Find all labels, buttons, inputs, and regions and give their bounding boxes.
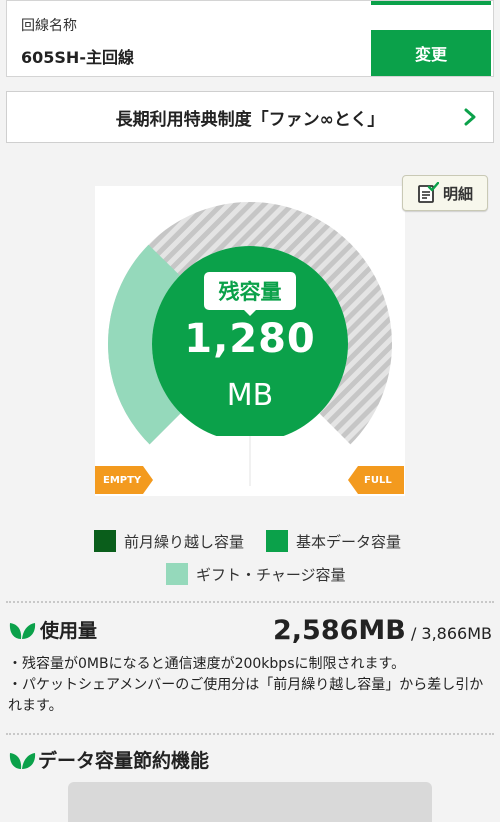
data-saving-heading: データ容量節約機能 bbox=[8, 746, 209, 773]
full-tag: FULL bbox=[346, 466, 404, 494]
legend-item-basic: 基本データ容量 bbox=[266, 530, 401, 552]
fan-toku-banner-text: 長期利用特典制度「ファン∞とく」 bbox=[115, 109, 385, 130]
detail-button-label: 明細 bbox=[442, 184, 473, 203]
divider bbox=[6, 601, 494, 603]
document-check-icon bbox=[418, 182, 439, 203]
full-tag-label: FULL bbox=[364, 474, 392, 486]
data-saving-title: データ容量節約機能 bbox=[38, 750, 210, 772]
remaining-label: 残容量 bbox=[218, 280, 282, 304]
legend-label-basic: 基本データ容量 bbox=[296, 532, 402, 551]
leaf-icon bbox=[9, 622, 36, 639]
usage-notes: ・残容量が0MBになると通信速度が200kbpsに制限されます。 ・パケットシェ… bbox=[8, 654, 494, 717]
change-button-top-edge bbox=[371, 1, 491, 5]
line-name-card: 回線名称 605SH-主回線 変更 bbox=[6, 0, 494, 77]
fan-toku-banner[interactable]: 長期利用特典制度「ファン∞とく」 bbox=[6, 91, 494, 143]
data-saving-button[interactable] bbox=[68, 782, 432, 822]
empty-tag: EMPTY bbox=[95, 466, 155, 494]
usage-heading: 使用量 bbox=[8, 616, 97, 643]
leaf-icon bbox=[9, 752, 36, 769]
usage-note: ・パケットシェアメンバーのご使用分は「前月繰り越し容量」から差し引かれます。 bbox=[8, 677, 484, 714]
empty-tag-label: EMPTY bbox=[103, 474, 142, 486]
usage-note: ・残容量が0MBになると通信速度が200kbpsに制限されます。 bbox=[8, 656, 406, 672]
usage-title: 使用量 bbox=[40, 620, 98, 642]
legend-swatch-basic bbox=[266, 530, 288, 552]
divider bbox=[6, 733, 494, 735]
change-line-button[interactable]: 変更 bbox=[371, 30, 491, 76]
line-name-value: 605SH-主回線 bbox=[21, 48, 134, 67]
legend-label-carryover: 前月繰り越し容量 bbox=[124, 532, 245, 551]
line-name-label: 回線名称 bbox=[21, 18, 77, 34]
remaining-value: 1,280 bbox=[184, 316, 316, 362]
legend-item-gift: ギフト・チャージ容量 bbox=[166, 563, 346, 585]
remaining-unit: MB bbox=[226, 378, 274, 413]
detail-button[interactable]: 明細 bbox=[402, 175, 488, 211]
legend-swatch-gift bbox=[166, 563, 188, 585]
usage-used: 2,586MB bbox=[272, 615, 406, 646]
chevron-right-icon bbox=[464, 108, 476, 126]
usage-total: / 3,866MB bbox=[410, 624, 492, 643]
legend-item-carryover: 前月繰り越し容量 bbox=[94, 530, 244, 552]
legend-label-gift: ギフト・チャージ容量 bbox=[196, 565, 346, 584]
remaining-label-bubble: 残容量 bbox=[204, 272, 296, 316]
legend-swatch-carryover bbox=[94, 530, 116, 552]
usage-value: 2,586MB / 3,866MB bbox=[273, 615, 492, 646]
